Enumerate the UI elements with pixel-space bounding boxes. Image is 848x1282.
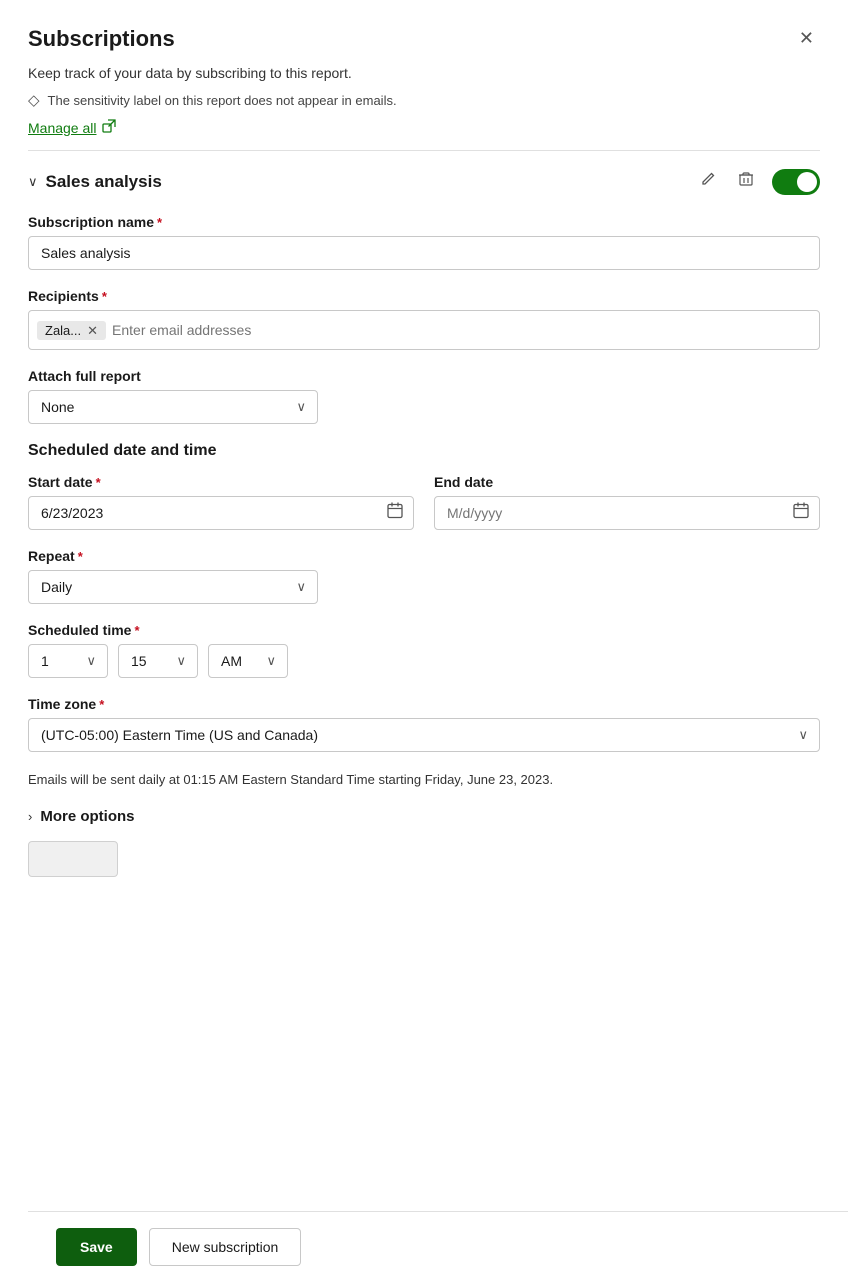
external-link-icon: [102, 119, 116, 136]
timezone-group: Time zone * (UTC-05:00) Eastern Time (US…: [28, 696, 820, 752]
hour-select-wrapper: 1234 5678 9101112 ∨: [28, 644, 108, 678]
panel-title: Subscriptions: [28, 26, 175, 52]
scheduled-time-group: Scheduled time * 1234 5678 9101112 ∨: [28, 622, 820, 678]
collapse-chevron-icon[interactable]: ∨: [28, 174, 38, 190]
section-header: ∨ Sales analysis: [28, 167, 820, 196]
recipients-label: Recipients *: [28, 288, 820, 304]
scheduled-section: Scheduled date and time Start date *: [28, 442, 820, 790]
manage-all-label: Manage all: [28, 120, 97, 136]
repeat-select[interactable]: Daily Weekly Monthly Hourly: [28, 570, 318, 604]
save-button[interactable]: Save: [56, 1228, 137, 1266]
recipients-container[interactable]: Zala... ✕: [28, 310, 820, 350]
repeat-select-wrapper: Daily Weekly Monthly Hourly ∨: [28, 570, 318, 604]
manage-all-link[interactable]: Manage all: [28, 119, 820, 136]
required-star-4: *: [78, 549, 83, 564]
section-title: Sales analysis: [46, 172, 162, 192]
panel-header: Subscriptions ✕: [28, 24, 820, 53]
attach-select-wrapper: None PDF PowerPoint ∨: [28, 390, 318, 424]
sensitivity-row: ◇ The sensitivity label on this report d…: [28, 91, 820, 109]
recipient-tag: Zala... ✕: [37, 321, 106, 340]
scheduled-time-label: Scheduled time *: [28, 622, 820, 638]
start-date-wrapper: [28, 496, 414, 530]
start-date-group: Start date *: [28, 474, 414, 530]
end-date-wrapper: [434, 496, 820, 530]
minute-select[interactable]: 00153045: [118, 644, 198, 678]
subscription-name-input[interactable]: [28, 236, 820, 270]
date-row: Start date *: [28, 474, 820, 530]
section-actions: [696, 167, 820, 196]
more-options-row[interactable]: › More options: [28, 808, 820, 825]
subscription-name-group: Subscription name *: [28, 214, 820, 270]
start-date-input[interactable]: [28, 496, 414, 530]
end-date-input[interactable]: [434, 496, 820, 530]
required-star-2: *: [102, 289, 107, 304]
delete-button[interactable]: [734, 167, 758, 196]
tag-icon: ◇: [28, 91, 40, 109]
ampm-select-wrapper: AMPM ∨: [208, 644, 288, 678]
repeat-label: Repeat *: [28, 548, 820, 564]
subscriptions-panel: Subscriptions ✕ Keep track of your data …: [0, 0, 848, 1282]
required-star-3: *: [96, 475, 101, 490]
required-star-5: *: [134, 623, 139, 638]
more-options-chevron-icon: ›: [28, 809, 32, 824]
attach-report-group: Attach full report None PDF PowerPoint ∨: [28, 368, 820, 424]
ampm-select[interactable]: AMPM: [208, 644, 288, 678]
timezone-select[interactable]: (UTC-05:00) Eastern Time (US and Canada)…: [28, 718, 820, 752]
bottom-actions: Save New subscription: [28, 1211, 848, 1282]
start-calendar-icon[interactable]: [386, 502, 404, 525]
schedule-summary: Emails will be sent daily at 01:15 AM Ea…: [28, 770, 820, 790]
end-calendar-icon[interactable]: [792, 502, 810, 525]
attach-report-label: Attach full report: [28, 368, 820, 384]
required-star: *: [157, 215, 162, 230]
divider: [28, 150, 820, 151]
minute-select-wrapper: 00153045 ∨: [118, 644, 198, 678]
email-input[interactable]: [112, 322, 811, 338]
time-row: 1234 5678 9101112 ∨ 00153045 ∨: [28, 644, 820, 678]
attach-select[interactable]: None PDF PowerPoint: [28, 390, 318, 424]
new-subscription-button[interactable]: New subscription: [149, 1228, 302, 1266]
sensitivity-text: The sensitivity label on this report doe…: [48, 93, 397, 108]
repeat-group: Repeat * Daily Weekly Monthly Hourly ∨: [28, 548, 820, 604]
panel-subtitle: Keep track of your data by subscribing t…: [28, 65, 820, 81]
scheduled-section-title: Scheduled date and time: [28, 442, 820, 460]
hour-select[interactable]: 1234 5678 9101112: [28, 644, 108, 678]
end-date-label: End date: [434, 474, 820, 490]
recipient-name: Zala...: [45, 323, 81, 338]
partial-save-stub: [28, 841, 118, 877]
section-header-left: ∨ Sales analysis: [28, 172, 162, 192]
close-button[interactable]: ✕: [793, 24, 820, 53]
subscription-name-label: Subscription name *: [28, 214, 820, 230]
partial-button-placeholder: [28, 841, 820, 877]
edit-button[interactable]: [696, 167, 720, 196]
start-date-label: Start date *: [28, 474, 414, 490]
subscription-section: ∨ Sales analysis: [28, 167, 820, 957]
timezone-label: Time zone *: [28, 696, 820, 712]
recipient-remove-button[interactable]: ✕: [85, 324, 100, 337]
timezone-select-wrapper: (UTC-05:00) Eastern Time (US and Canada)…: [28, 718, 820, 752]
recipients-group: Recipients * Zala... ✕: [28, 288, 820, 350]
more-options-label: More options: [40, 808, 134, 825]
subscription-toggle[interactable]: [772, 169, 820, 195]
required-star-6: *: [99, 697, 104, 712]
end-date-group: End date: [434, 474, 820, 530]
